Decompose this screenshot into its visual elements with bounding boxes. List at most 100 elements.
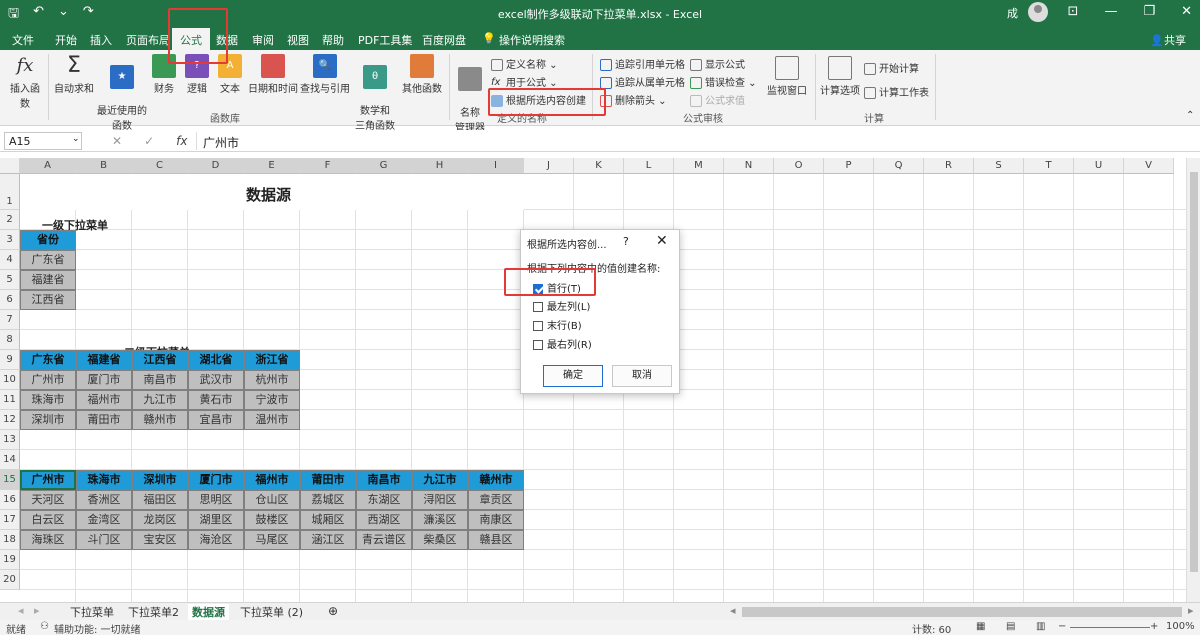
row-header-2[interactable]: 2 [0,210,20,230]
datetime-button[interactable]: 日期和时间 [247,54,299,95]
close-icon[interactable]: ✕ [656,233,668,249]
column-header-J[interactable]: J [524,158,574,174]
level3-cell[interactable]: 思明区 [188,490,244,510]
trace-precedents-button[interactable]: 追踪引用单元格 [600,56,685,71]
checkbox-unchecked[interactable] [533,302,543,312]
tab-pdf-tools[interactable]: PDF工具集 [358,32,412,48]
level1-cell[interactable]: 福建省 [20,270,76,290]
zoom-in-icon[interactable]: + [1150,621,1158,632]
level3-header[interactable]: 福州市 [244,470,300,490]
page-layout-view-icon[interactable]: ▤ [1006,621,1015,632]
h-scroll-right-icon[interactable]: ▸ [1188,604,1194,617]
minimize-icon[interactable]: — [1104,4,1117,19]
insert-function-button[interactable]: fx 插入函数 [6,54,44,110]
level2-cell[interactable]: 广州市 [20,370,76,390]
column-header-K[interactable]: K [574,158,624,174]
row-header-12[interactable]: 12 [0,410,20,430]
row-header-16[interactable]: 16 [0,490,20,510]
level3-cell[interactable]: 白云区 [20,510,76,530]
row-header-14[interactable]: 14 [0,450,20,470]
collapse-ribbon-icon[interactable]: ⌃ [1186,110,1194,121]
level3-cell[interactable]: 宝安区 [132,530,188,550]
level3-cell[interactable]: 城厢区 [300,510,356,530]
row-header-20[interactable]: 20 [0,570,20,590]
watch-window-button[interactable]: 监视窗口 [764,56,810,97]
level3-cell[interactable]: 福田区 [132,490,188,510]
lightbulb-icon[interactable]: 💡 [482,32,496,45]
column-header-Q[interactable]: Q [874,158,924,174]
level2-cell[interactable]: 珠海市 [20,390,76,410]
level3-header[interactable]: 九江市 [412,470,468,490]
autosum-button[interactable]: Σ 自动求和 [52,54,96,96]
level2-header[interactable]: 广东省 [20,350,76,370]
level2-cell[interactable]: 九江市 [132,390,188,410]
level1-header[interactable]: 省份 [20,230,76,250]
level2-header[interactable]: 福建省 [76,350,132,370]
level2-header[interactable]: 江西省 [132,350,188,370]
tab-home[interactable]: 开始 [55,32,77,48]
column-header-R[interactable]: R [924,158,974,174]
level2-header[interactable]: 浙江省 [244,350,300,370]
normal-view-icon[interactable]: ▦ [976,621,985,632]
row-header-8[interactable]: 8 [0,330,20,350]
column-header-E[interactable]: E [244,158,300,174]
sheet-tab-dropdown-menu-2[interactable]: 下拉菜单2 [128,604,179,620]
level2-cell[interactable]: 厦门市 [76,370,132,390]
zoom-out-icon[interactable]: − [1058,621,1066,632]
name-box[interactable]: A15 [4,132,82,150]
zoom-level[interactable]: 100% [1166,621,1195,632]
row-header-3[interactable]: 3 [0,230,20,250]
scroll-left-icon[interactable]: ◂ [18,604,24,617]
level3-header[interactable]: 莆田市 [300,470,356,490]
tab-review[interactable]: 审阅 [252,32,274,48]
level3-header[interactable]: 厦门市 [188,470,244,490]
remove-arrows-button[interactable]: 删除箭头 ⌄ [600,92,667,107]
add-sheet-icon[interactable]: ⊕ [328,604,338,618]
level3-cell[interactable]: 鼓楼区 [244,510,300,530]
row-header-7[interactable]: 7 [0,310,20,330]
level3-cell[interactable]: 西湖区 [356,510,412,530]
level2-header[interactable]: 湖北省 [188,350,244,370]
level3-cell[interactable]: 南康区 [468,510,524,530]
level3-cell[interactable]: 东湖区 [356,490,412,510]
column-header-L[interactable]: L [624,158,674,174]
column-header-A[interactable]: A [20,158,76,174]
row-header-6[interactable]: 6 [0,290,20,310]
row-header-11[interactable]: 11 [0,390,20,410]
maximize-icon[interactable]: ❐ [1143,4,1155,19]
row-header-9[interactable]: 9 [0,350,20,370]
row-header-4[interactable]: 4 [0,250,20,270]
tab-baidu-netdisk[interactable]: 百度网盘 [422,32,466,48]
level3-cell[interactable]: 金湾区 [76,510,132,530]
zoom-slider[interactable] [1070,627,1150,628]
level3-cell[interactable]: 马尾区 [244,530,300,550]
level3-cell[interactable]: 涵江区 [300,530,356,550]
level2-cell[interactable]: 莆田市 [76,410,132,430]
help-icon[interactable]: ? [623,235,629,248]
tab-file[interactable]: 文件 [12,32,34,48]
sheet-tab-dropdown-menu[interactable]: 下拉菜单 [70,604,114,620]
column-header-T[interactable]: T [1024,158,1074,174]
level3-cell[interactable]: 荔城区 [300,490,356,510]
level2-cell[interactable]: 宁波市 [244,390,300,410]
error-checking-button[interactable]: 错误检查 ⌄ [690,74,757,89]
column-header-N[interactable]: N [724,158,774,174]
calculate-sheet-button[interactable]: 计算工作表 [864,84,929,99]
define-name-button[interactable]: 定义名称 ⌄ [491,56,558,71]
ribbon-display-icon[interactable]: ⊡ [1068,4,1079,19]
enter-icon[interactable]: ✓ [144,134,154,148]
level2-cell[interactable]: 温州市 [244,410,300,430]
tab-insert[interactable]: 插入 [90,32,112,48]
row-header-17[interactable]: 17 [0,510,20,530]
level3-cell[interactable]: 柴桑区 [412,530,468,550]
row-header-18[interactable]: 18 [0,530,20,550]
calculation-options-button[interactable]: 计算选项 [818,56,862,97]
level2-cell[interactable]: 杭州市 [244,370,300,390]
tab-view[interactable]: 视图 [287,32,309,48]
level2-cell[interactable]: 武汉市 [188,370,244,390]
level3-cell[interactable]: 海珠区 [20,530,76,550]
level3-header[interactable]: 赣州市 [468,470,524,490]
lookup-reference-button[interactable]: 🔍 查找与引用 [299,54,351,95]
level1-cell[interactable]: 江西省 [20,290,76,310]
cancel-icon[interactable]: ✕ [112,134,122,148]
